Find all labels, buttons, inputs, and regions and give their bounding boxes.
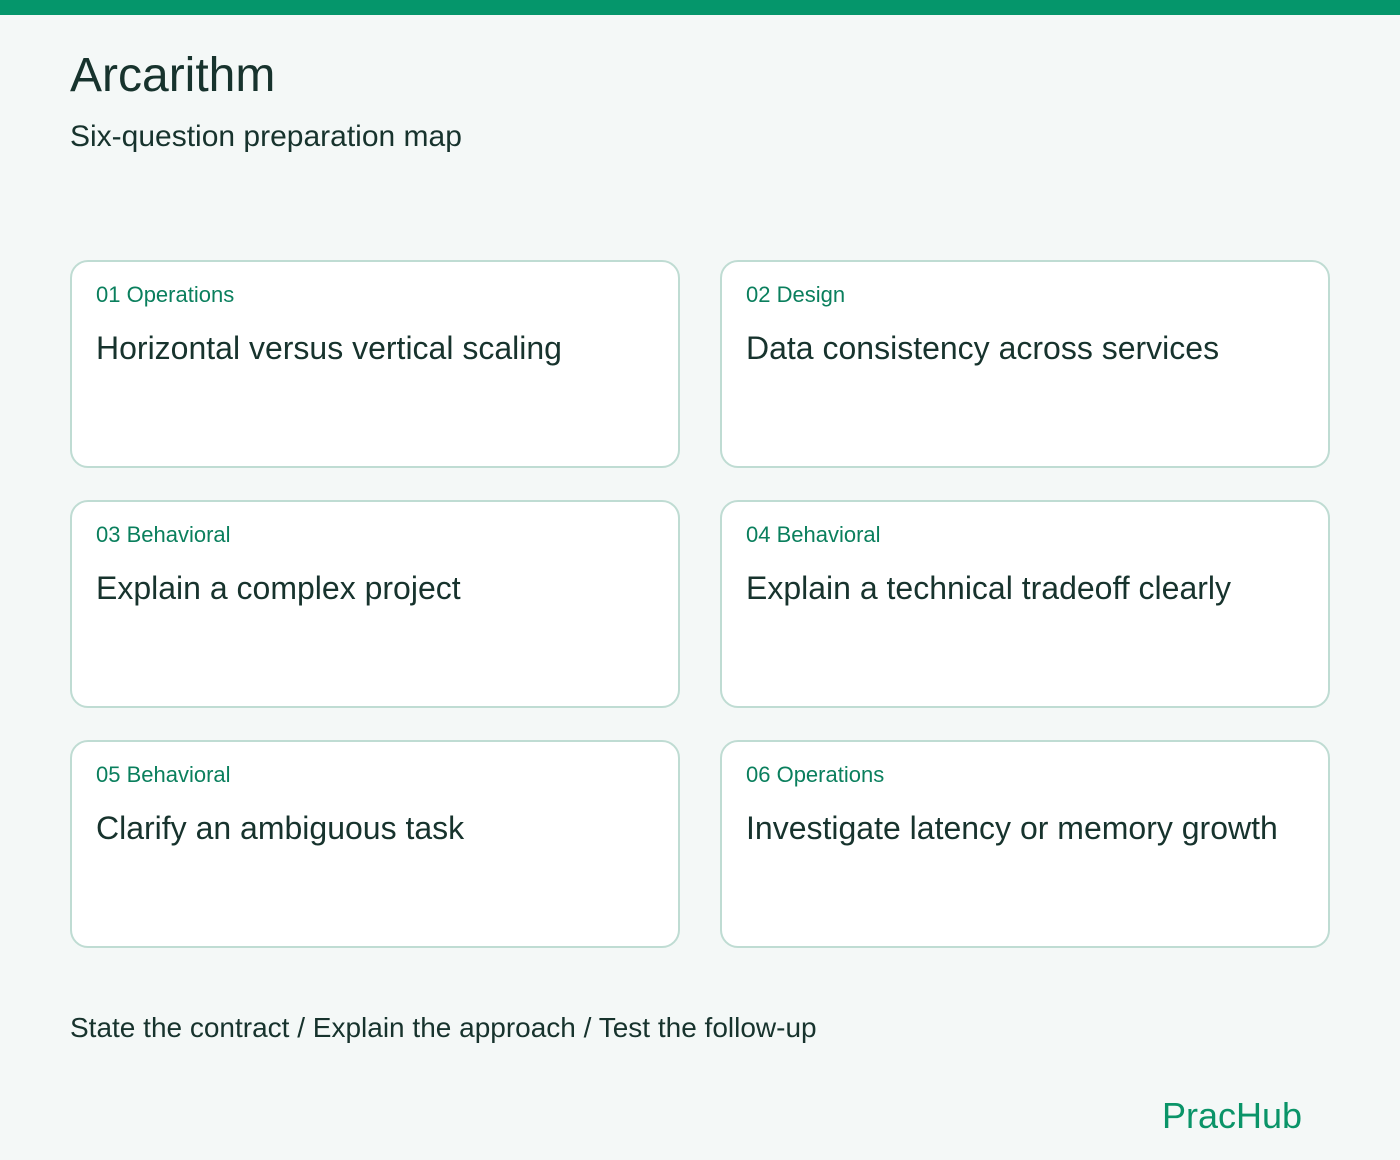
question-title: Explain a complex project (96, 570, 461, 606)
question-card-04[interactable]: 04 Behavioral Explain a technical tradeo… (720, 500, 1330, 708)
question-tag: 02 Design (746, 282, 846, 307)
question-title: Data consistency across services (746, 330, 1220, 366)
question-tag: 05 Behavioral (96, 762, 231, 787)
question-card-05[interactable]: 05 Behavioral Clarify an ambiguous task (70, 740, 680, 948)
question-tag: 01 Operations (96, 282, 235, 307)
method-steps: State the contract / Explain the approac… (70, 1012, 817, 1043)
question-grid: 01 Operations Horizontal versus vertical… (70, 260, 1330, 948)
question-tag: 06 Operations (746, 762, 885, 787)
question-title: Explain a technical tradeoff clearly (746, 570, 1232, 606)
question-card-06[interactable]: 06 Operations Investigate latency or mem… (720, 740, 1330, 948)
page-subtitle: Six-question preparation map (70, 120, 462, 153)
question-card-02[interactable]: 02 Design Data consistency across servic… (720, 260, 1330, 468)
page-title: Arcarithm (70, 49, 276, 102)
question-title: Clarify an ambiguous task (96, 810, 465, 846)
question-card-01[interactable]: 01 Operations Horizontal versus vertical… (70, 260, 680, 468)
question-title: Horizontal versus vertical scaling (96, 330, 562, 366)
question-tag: 04 Behavioral (746, 522, 881, 547)
brand-logo-text: PracHub (1161, 1095, 1302, 1136)
question-tag: 03 Behavioral (96, 522, 231, 547)
question-title: Investigate latency or memory growth (746, 810, 1278, 846)
question-card-03[interactable]: 03 Behavioral Explain a complex project (70, 500, 680, 708)
top-accent-bar (0, 0, 1400, 15)
